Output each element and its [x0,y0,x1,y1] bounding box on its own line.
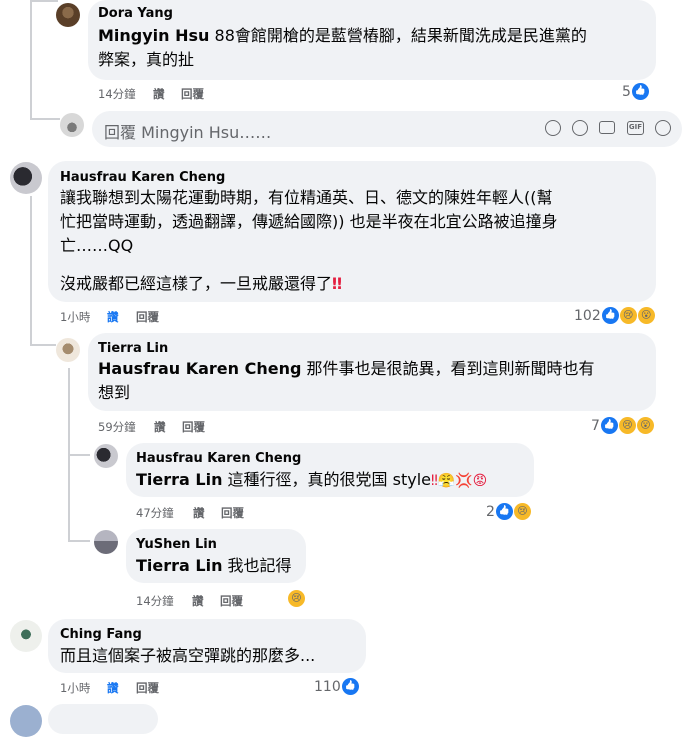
comment-time[interactable]: 59分鐘 [98,419,136,435]
like-reaction-icon [631,83,649,100]
comment-time[interactable]: 1小時 [60,680,90,696]
comment-text: Hausfrau Karen Cheng 那件事也是很詭異，看到這則新聞時也有 … [98,359,595,402]
avatar-sticker-icon[interactable] [545,120,561,136]
thread-line [68,454,90,456]
reaction-count: 2 [486,503,495,520]
like-button[interactable]: 讚 [153,86,165,102]
comment-text: Mingyin Hsu 88會館開槍的是藍營樁腳，結果新聞洗成是民進黨的 弊案，… [98,26,587,69]
reaction-count: 110 [314,678,341,695]
like-button[interactable]: 讚 [107,309,119,325]
like-button[interactable]: 讚 [192,593,204,609]
reaction-count: 5 [622,83,631,100]
reaction-summary[interactable]: 7 😢 😮 [591,417,654,434]
avatar[interactable] [56,338,80,362]
comment-author[interactable]: Dora Yang [98,6,173,21]
thread-line [30,196,32,346]
mention-link[interactable]: Tierra Lin [136,470,222,489]
comment-time[interactable]: 1小時 [60,309,90,325]
sad-reaction-icon: 😢 [618,417,636,434]
comment-author[interactable]: YuShen Lin [136,537,217,552]
comment-author[interactable]: Ching Fang [60,627,142,642]
comment-text: 沒戒嚴都已經這樣了，一旦戒嚴還得了‼ [60,274,343,293]
thread-line [30,118,60,120]
reply-button[interactable]: 回覆 [181,86,204,102]
reply-button[interactable]: 回覆 [221,505,244,521]
gif-icon[interactable]: GIF [627,121,644,135]
thread-line [68,540,90,542]
sad-reaction-icon: 😢 [619,307,637,324]
comment-meta: 1小時 讚 回覆 [60,680,260,696]
comment-text: 讓我聯想到太陽花運動時期，有位精通英、日、德文的陳姓年輕人((幫 忙把當時運動，… [60,188,558,255]
reply-button[interactable]: 回覆 [182,419,205,435]
comment-meta: 14分鐘 讚 回覆 [136,593,336,609]
comment-meta: 14分鐘 讚 回覆 [98,86,298,102]
avatar[interactable] [94,530,118,554]
like-button[interactable]: 讚 [107,680,119,696]
comment-text: Tierra Lin 我也記得 [136,556,292,575]
like-reaction-icon [495,503,513,520]
emoji-group: ‼😤💢😡 [431,473,488,489]
comment-meta: 47分鐘 讚 回覆 [136,505,336,521]
reply-button[interactable]: 回覆 [220,593,243,609]
sad-reaction-icon: 😢 [513,503,531,520]
like-reaction-icon [600,417,618,434]
reaction-count: 102 [574,307,601,324]
avatar[interactable] [10,620,42,652]
comment-meta: 59分鐘 讚 回覆 [98,419,298,435]
thread-line [30,0,58,2]
comment-author[interactable]: Hausfrau Karen Cheng [60,170,225,185]
mention-link[interactable]: Mingyin Hsu [98,26,209,45]
like-reaction-icon [601,307,619,324]
reaction-summary[interactable]: 2 😢 [486,503,531,520]
reaction-summary[interactable]: 😢 [287,590,305,607]
comment-author[interactable]: Hausfrau Karen Cheng [136,451,301,466]
avatar[interactable] [56,3,80,27]
thread-line [30,0,32,120]
comment-bubble [48,704,158,734]
wow-reaction-icon: 😮 [636,417,654,434]
comment-text: 而且這個案子被高空彈跳的那麼多... [60,646,316,665]
avatar[interactable] [94,444,118,468]
like-reaction-icon [341,678,359,695]
like-button[interactable]: 讚 [193,505,205,521]
reaction-summary[interactable]: 5 [622,83,649,100]
comment-text: Tierra Lin 這種行徑，真的很党国 style‼😤💢😡 [136,470,488,489]
comment-time[interactable]: 47分鐘 [136,505,174,521]
reply-button[interactable]: 回覆 [136,309,159,325]
thread-line [30,344,56,346]
comment-time[interactable]: 14分鐘 [98,86,136,102]
sticker-icon[interactable] [655,120,671,136]
reply-button[interactable]: 回覆 [136,680,159,696]
avatar[interactable] [10,705,42,737]
reaction-summary[interactable]: 102 😢 😮 [574,307,655,324]
sad-reaction-icon: 😢 [288,590,305,607]
mention-link[interactable]: Hausfrau Karen Cheng [98,359,301,378]
camera-icon[interactable] [599,121,615,134]
reaction-summary[interactable]: 110 [314,678,359,695]
like-button[interactable]: 讚 [154,419,166,435]
wow-reaction-icon: 😮 [637,307,655,324]
reaction-count: 7 [591,417,600,434]
mention-link[interactable]: Tierra Lin [136,556,222,575]
double-exclamation-emoji: ‼ [332,274,343,293]
comment-author[interactable]: Tierra Lin [98,341,168,356]
comment-time[interactable]: 14分鐘 [136,593,174,609]
comment-meta: 1小時 讚 回覆 [60,309,260,325]
reply-input-placeholder: 回覆 Mingyin Hsu…… [104,123,272,142]
current-user-avatar [60,113,84,137]
avatar[interactable] [10,162,42,194]
emoji-icon[interactable] [572,120,588,136]
